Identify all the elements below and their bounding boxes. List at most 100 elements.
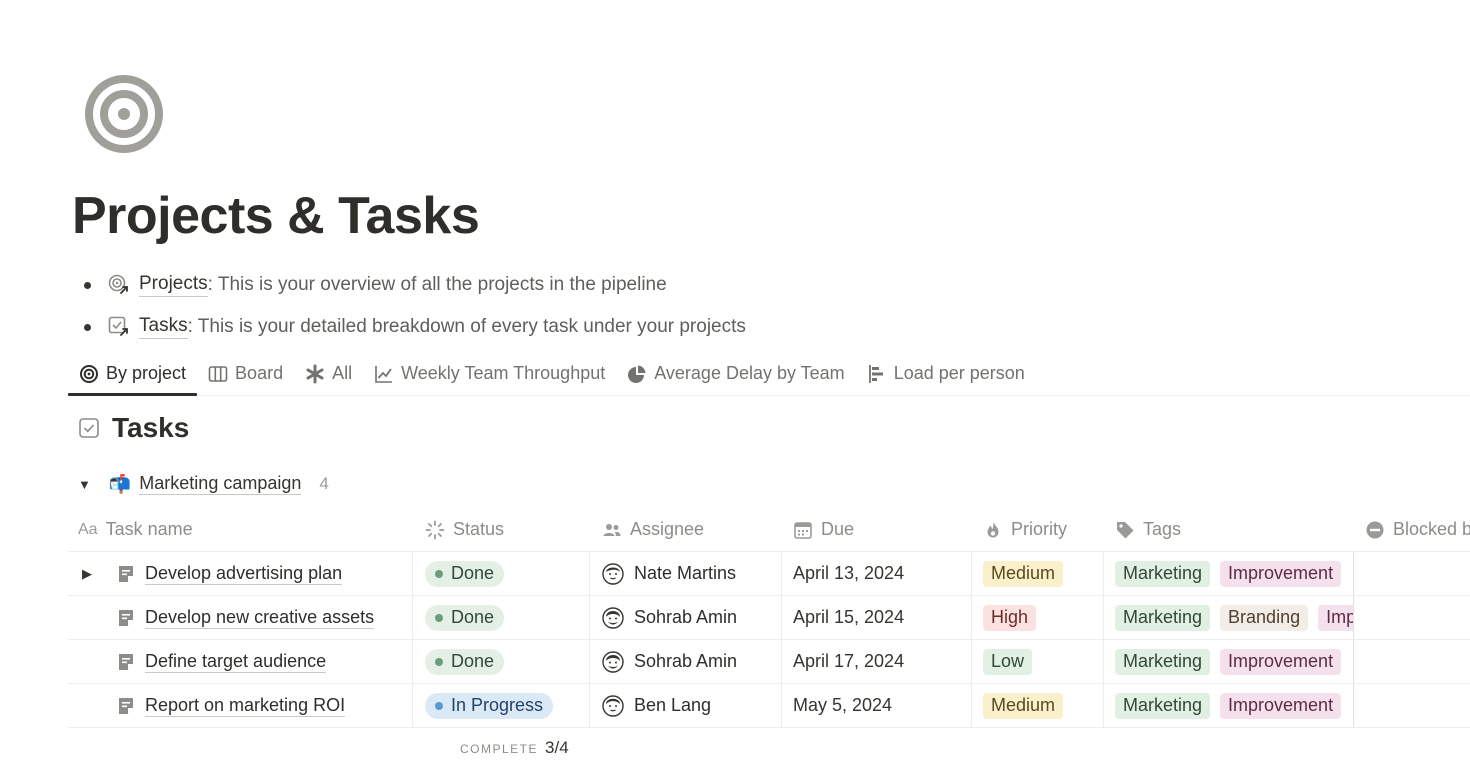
status-pill: Done xyxy=(425,648,505,675)
calendar-icon xyxy=(794,521,812,539)
tag-improvement: Improvement xyxy=(1220,560,1342,587)
checkbox-icon xyxy=(79,418,99,438)
status-text: Done xyxy=(451,563,495,583)
task-name-cell[interactable]: Define target audience xyxy=(68,640,413,683)
column-task-name[interactable]: Aa Task name xyxy=(68,508,413,551)
expand-triangle-icon[interactable]: ▶ xyxy=(82,566,96,582)
status-text: Done xyxy=(451,607,495,627)
tags-cell[interactable]: Marketing Improvement xyxy=(1104,684,1354,727)
column-label: Task name xyxy=(105,519,193,539)
asterisk-icon xyxy=(306,364,324,383)
assignee-cell[interactable]: Sohrab Amin xyxy=(590,596,782,639)
priority-cell[interactable]: High xyxy=(972,596,1104,639)
status-dot xyxy=(435,657,443,666)
column-label: Status xyxy=(453,519,505,539)
status-pill: In Progress xyxy=(425,692,554,719)
tags-cell[interactable]: Marketing Improvement xyxy=(1104,640,1354,683)
bullet-tasks: Tasks : This is your detailed breakdown … xyxy=(80,306,746,348)
tag-branding: Branding xyxy=(1220,604,1309,631)
blocked-by-cell[interactable] xyxy=(1354,596,1470,639)
table-row[interactable]: Report on marketing ROI In Progress Ben … xyxy=(68,684,1470,728)
view-tabs: By project Board All Weekly Team Through… xyxy=(68,352,1470,396)
tab-label: Weekly Team Throughput xyxy=(401,363,606,383)
priority-tag: High xyxy=(983,604,1037,631)
tag-marketing: Marketing xyxy=(1115,648,1211,675)
collapse-triangle-icon[interactable]: ▼ xyxy=(78,477,91,492)
tab-average-delay-by-team[interactable]: Average Delay by Team xyxy=(616,352,855,395)
tab-by-project[interactable]: By project xyxy=(68,352,198,396)
task-name-cell[interactable]: ▶ Develop advertising plan xyxy=(68,552,413,595)
table-row[interactable]: ▶ Develop advertising plan Done Nate Mar… xyxy=(68,552,1470,596)
assignee-name: Ben Lang xyxy=(634,695,712,715)
assignee-cell[interactable]: Nate Martins xyxy=(590,552,782,595)
status-cell[interactable]: Done xyxy=(413,552,590,595)
tag-improvement: Improvement xyxy=(1318,604,1353,631)
tags-cell[interactable]: Marketing Branding Improvement xyxy=(1104,596,1354,639)
tab-label: Average Delay by Team xyxy=(654,363,845,383)
document-icon xyxy=(119,697,133,714)
status-dot xyxy=(435,569,443,578)
assignee-cell[interactable]: Ben Lang xyxy=(590,684,782,727)
tag-marketing: Marketing xyxy=(1115,604,1211,631)
task-name[interactable]: Define target audience xyxy=(145,650,327,673)
task-name-cell[interactable]: Develop new creative assets xyxy=(68,596,413,639)
blocked-by-cell[interactable] xyxy=(1354,684,1470,727)
projects-link[interactable]: Projects xyxy=(139,273,208,297)
task-name[interactable]: Develop advertising plan xyxy=(145,562,343,585)
bar-chart-icon xyxy=(868,364,883,383)
priority-cell[interactable]: Medium xyxy=(972,552,1104,595)
tag-improvement: Improvement xyxy=(1220,648,1342,675)
due-cell[interactable]: April 15, 2024 xyxy=(782,596,972,639)
target-icon xyxy=(80,364,98,383)
document-icon xyxy=(119,565,133,582)
mailbox-icon: 📬 xyxy=(108,473,132,494)
group-count: 4 xyxy=(319,474,329,493)
column-tags[interactable]: Tags xyxy=(1104,508,1354,551)
table-row[interactable]: Define target audience Done Sohrab Amin … xyxy=(68,640,1470,684)
tasks-link[interactable]: Tasks xyxy=(139,315,188,339)
column-assignee[interactable]: Assignee xyxy=(590,508,782,551)
tab-board[interactable]: Board xyxy=(197,352,294,395)
group-header: ▼ 📬 Marketing campaign 4 xyxy=(78,470,329,498)
priority-cell[interactable]: Low xyxy=(972,640,1104,683)
status-text: Done xyxy=(451,651,495,671)
assignee-name: Sohrab Amin xyxy=(634,607,738,627)
status-cell[interactable]: Done xyxy=(413,596,590,639)
tab-load-per-person[interactable]: Load per person xyxy=(856,352,1036,395)
tab-all[interactable]: All xyxy=(294,352,363,395)
status-icon xyxy=(425,520,445,539)
tag-marketing: Marketing xyxy=(1115,560,1211,587)
table-row[interactable]: Develop new creative assets Done Sohrab … xyxy=(68,596,1470,640)
task-name[interactable]: Report on marketing ROI xyxy=(145,694,346,717)
group-name[interactable]: Marketing campaign xyxy=(139,473,302,495)
status-cell[interactable]: Done xyxy=(413,640,590,683)
task-name[interactable]: Develop new creative assets xyxy=(145,606,375,629)
assignee-cell[interactable]: Sohrab Amin xyxy=(590,640,782,683)
flame-icon xyxy=(987,521,999,537)
due-cell[interactable]: April 13, 2024 xyxy=(782,552,972,595)
tab-label: Board xyxy=(235,363,284,383)
column-blocked-by[interactable]: Blocked b xyxy=(1354,508,1470,551)
column-status[interactable]: Status xyxy=(413,508,590,551)
blocked-by-cell[interactable] xyxy=(1354,640,1470,683)
tab-weekly-team-throughput[interactable]: Weekly Team Throughput xyxy=(363,352,616,395)
task-name-cell[interactable]: Report on marketing ROI xyxy=(68,684,413,727)
column-label: Due xyxy=(821,519,855,539)
status-cell[interactable]: In Progress xyxy=(413,684,590,727)
priority-tag: Medium xyxy=(983,692,1064,719)
tab-label: All xyxy=(332,363,353,383)
blocked-by-cell[interactable] xyxy=(1354,552,1470,595)
due-date: April 13, 2024 xyxy=(793,563,905,583)
column-label: Priority xyxy=(1011,519,1068,539)
avatar xyxy=(602,650,624,673)
pie-chart-icon xyxy=(628,365,646,383)
column-priority[interactable]: Priority xyxy=(972,508,1104,551)
priority-cell[interactable]: Medium xyxy=(972,684,1104,727)
line-chart-icon xyxy=(375,365,393,383)
due-cell[interactable]: May 5, 2024 xyxy=(782,684,972,727)
due-cell[interactable]: April 17, 2024 xyxy=(782,640,972,683)
tags-cell[interactable]: Marketing Improvement xyxy=(1104,552,1354,595)
column-due[interactable]: Due xyxy=(782,508,972,551)
database-title[interactable]: Tasks xyxy=(78,412,189,444)
status-calculation[interactable]: COMPLETE 3/4 xyxy=(460,738,569,758)
